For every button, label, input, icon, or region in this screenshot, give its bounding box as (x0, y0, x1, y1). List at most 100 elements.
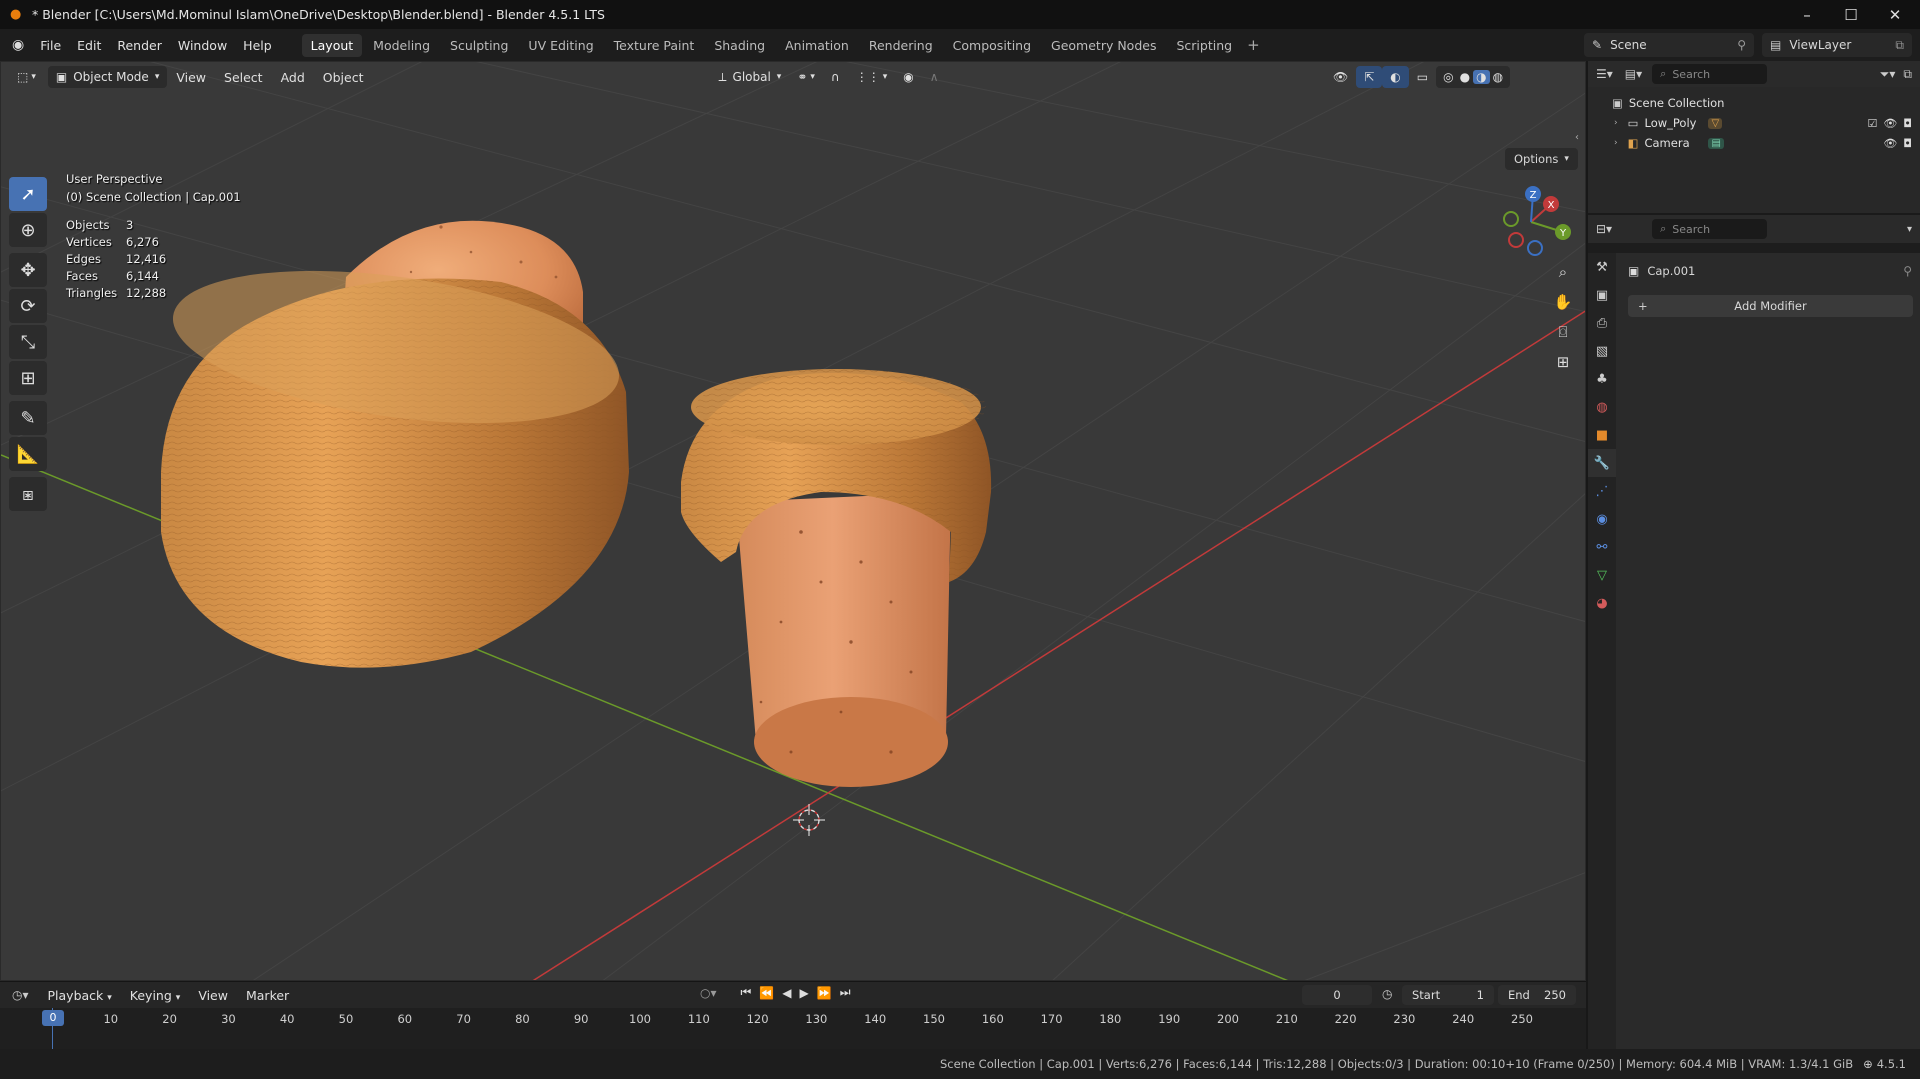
viewlayer-selector[interactable]: ▤ ViewLayer ⧉ (1762, 33, 1912, 57)
tab-rendering[interactable]: Rendering (860, 34, 942, 57)
play-reverse-icon[interactable]: ◀ (782, 986, 791, 1000)
timeline-menu-keying[interactable]: Keying ▾ (121, 988, 190, 1003)
jump-start-icon[interactable]: ⏮ (741, 985, 752, 1000)
constraints-tab[interactable]: ⚯ (1588, 533, 1616, 561)
current-frame-field[interactable]: 0 (1302, 985, 1372, 1005)
select-box-tool[interactable]: ➚ (9, 177, 47, 211)
add-modifier-button[interactable]: + Add Modifier (1628, 295, 1913, 317)
start-frame-field[interactable]: Start 1 (1402, 985, 1494, 1005)
viewport-menu-select[interactable]: Select (215, 70, 272, 85)
data-tab[interactable]: ▽ (1588, 561, 1616, 589)
3d-viewport[interactable]: ⬚ ▾ ▣ Object Mode ▾ View Select Add Objec… (0, 61, 1586, 981)
render-camera-icon[interactable]: ◘ (1903, 117, 1912, 130)
output-tab[interactable]: ⎙ (1588, 309, 1616, 337)
view-layer-tab[interactable]: ▧ (1588, 337, 1616, 365)
properties-editor-icon[interactable]: ⊟▾ (1596, 222, 1612, 236)
pin-icon[interactable]: ⚲ (1903, 264, 1912, 278)
minimize-button[interactable]: – (1784, 0, 1830, 29)
preview-range-icon[interactable]: ◷ (1382, 987, 1392, 1001)
tab-compositing[interactable]: Compositing (944, 34, 1040, 57)
menu-render[interactable]: Render (109, 38, 170, 53)
object-tab[interactable]: ■ (1588, 421, 1616, 449)
end-frame-field[interactable]: End 250 (1498, 985, 1576, 1005)
transform-tool[interactable]: ⊞ (9, 361, 47, 395)
gizmos-toggle[interactable]: ⇱ (1356, 66, 1383, 88)
menu-help[interactable]: Help (235, 38, 280, 53)
particles-tab[interactable]: ⋰ (1588, 477, 1616, 505)
play-icon[interactable]: ▶ (800, 986, 809, 1000)
proportional-edit-toggle[interactable]: ◉ (895, 66, 921, 88)
material-shading-icon[interactable]: ◑ (1473, 70, 1490, 84)
outliner-row-low-poly[interactable]: › ▭ Low_Poly ▽ ☑ 👁 ◘ (1588, 113, 1920, 133)
properties-search[interactable]: ⌕ Search (1652, 219, 1768, 239)
zoom-view-button[interactable]: ⌕ (1549, 258, 1577, 286)
add-workspace-icon[interactable]: + (1247, 36, 1260, 54)
new-viewlayer-icon[interactable]: ⧉ (1895, 38, 1904, 53)
tool-tab[interactable]: ⚒ (1588, 253, 1616, 281)
scene-tab[interactable]: ♣ (1588, 365, 1616, 393)
expand-chevron-icon[interactable]: › (1614, 138, 1618, 148)
solid-shading-icon[interactable]: ● (1457, 70, 1473, 84)
expand-chevron-icon[interactable]: › (1614, 118, 1618, 128)
tab-texture-paint[interactable]: Texture Paint (605, 34, 704, 57)
timeline-menu-marker[interactable]: Marker (237, 988, 298, 1003)
outliner-editor-icon[interactable]: ☰▾ (1596, 67, 1613, 81)
3d-cursor-icon[interactable] (793, 804, 825, 836)
render-tab[interactable]: ▣ (1588, 281, 1616, 309)
filter-icon[interactable]: ⏷▾ (1880, 67, 1896, 82)
auto-keying-icon[interactable]: ○▾ (700, 986, 717, 1000)
tab-shading[interactable]: Shading (705, 34, 774, 57)
jump-end-icon[interactable]: ⏭ (840, 985, 851, 1000)
new-collection-icon[interactable]: ⧉ (1903, 67, 1912, 82)
display-mode-icon[interactable]: ▤▾ (1625, 67, 1642, 81)
tab-modeling[interactable]: Modeling (364, 34, 439, 57)
mode-dropdown[interactable]: ▣ Object Mode ▾ (47, 66, 168, 88)
camera-view-button[interactable]: ⌼ (1549, 318, 1577, 346)
material-tab[interactable]: ◕ (1588, 589, 1616, 617)
eye-icon[interactable]: 👁 (1883, 137, 1897, 150)
maximize-button[interactable]: ☐ (1828, 0, 1874, 29)
render-camera-icon[interactable]: ◘ (1903, 137, 1912, 150)
eye-icon[interactable]: 👁 (1883, 117, 1897, 130)
tab-geometry-nodes[interactable]: Geometry Nodes (1042, 34, 1165, 57)
snap-toggle[interactable]: ∩ (823, 66, 848, 88)
timeline-editor-icon[interactable]: ◷▾ (12, 988, 29, 1002)
blender-menu-icon[interactable]: ◉ (12, 37, 24, 53)
outliner-root[interactable]: ▣ Scene Collection (1588, 93, 1920, 113)
checkbox-icon[interactable]: ☑ (1867, 117, 1877, 130)
move-tool[interactable]: ✥ (9, 253, 47, 287)
modifier-tab[interactable]: 🔧 (1588, 449, 1616, 477)
playhead-frame[interactable]: 0 (42, 1010, 64, 1026)
scene-selector[interactable]: ✎ Scene ⚲ (1584, 33, 1754, 57)
options-dropdown[interactable]: Options ▾ (1505, 148, 1578, 170)
outliner-row-camera[interactable]: › ◧ Camera ▤ 👁 ◘ (1588, 133, 1920, 153)
navigation-gizmo[interactable]: X Y Z (1491, 182, 1571, 262)
outliner-search[interactable]: ⌕ Search (1652, 64, 1768, 84)
wireframe-shading-icon[interactable]: ◎ (1440, 70, 1456, 84)
tab-uv-editing[interactable]: UV Editing (519, 34, 602, 57)
overlays-toggle[interactable]: ◐ (1382, 66, 1409, 88)
physics-tab[interactable]: ◉ (1588, 505, 1616, 533)
viewport-menu-object[interactable]: Object (314, 70, 373, 85)
sidebar-toggle-icon[interactable]: ‹ (1575, 132, 1579, 143)
selectability-dropdown[interactable]: 👁 (1325, 66, 1356, 88)
timeline-menu-playback[interactable]: Playback ▾ (39, 988, 121, 1003)
viewport-menu-add[interactable]: Add (272, 70, 314, 85)
pin-icon[interactable]: ⚲ (1737, 38, 1746, 52)
jump-keyframe-back-icon[interactable]: ⏪ (759, 986, 774, 1000)
timeline-menu-view[interactable]: View (189, 988, 237, 1003)
menu-edit[interactable]: Edit (69, 38, 109, 53)
close-button[interactable]: ✕ (1872, 0, 1918, 29)
editor-type-button[interactable]: ⬚ ▾ (11, 66, 42, 88)
ortho-toggle-button[interactable]: ⊞ (1549, 348, 1577, 376)
rendered-shading-icon[interactable]: ◍ (1490, 70, 1506, 84)
viewport-menu-view[interactable]: View (167, 70, 215, 85)
pan-view-button[interactable]: ✋ (1549, 288, 1577, 316)
menu-file[interactable]: File (32, 38, 69, 53)
cap-object-right[interactable] (681, 369, 992, 787)
pivot-dropdown[interactable]: ⚭ ▾ (789, 66, 823, 88)
annotate-tool[interactable]: ✎ (9, 401, 47, 435)
add-cube-tool[interactable]: ⧆ (9, 477, 47, 511)
jump-keyframe-forward-icon[interactable]: ⏩ (817, 986, 832, 1000)
measure-tool[interactable]: 📐 (9, 437, 47, 471)
